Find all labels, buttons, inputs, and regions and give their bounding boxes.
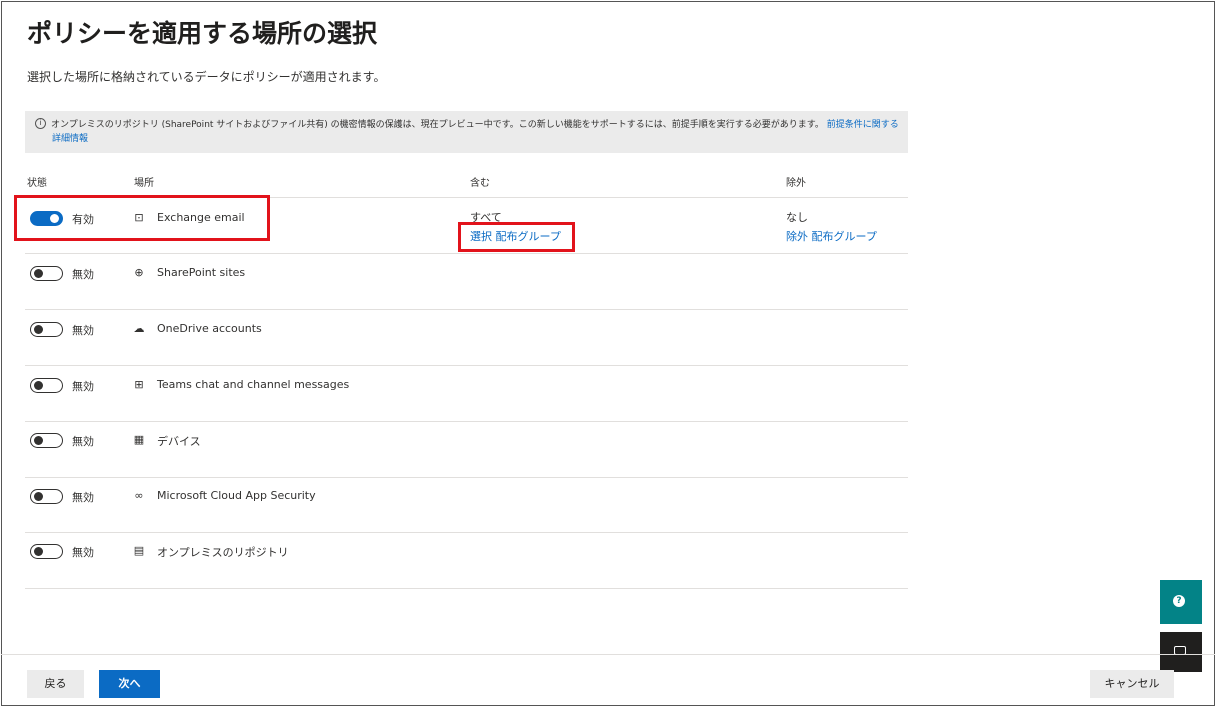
row-divider — [25, 532, 908, 533]
status-onedrive: 無効 — [72, 324, 94, 337]
next-button[interactable]: 次へ — [99, 670, 160, 698]
toggle-knob — [34, 436, 43, 445]
info-text: オンプレミスのリポジトリ (SharePoint サイトおよびファイル共有) の… — [51, 120, 824, 130]
toggle-onedrive[interactable] — [30, 322, 63, 337]
cancel-button[interactable]: キャンセル — [1090, 670, 1174, 698]
toggle-exchange[interactable] — [30, 211, 63, 226]
location-teams: Teams chat and channel messages — [157, 378, 350, 391]
row-divider — [25, 421, 908, 422]
details-link[interactable]: 詳細情報 — [35, 132, 900, 146]
column-header-include: 含む — [470, 178, 490, 189]
toggle-mcas[interactable] — [30, 489, 63, 504]
row-divider — [25, 309, 908, 310]
location-sharepoint: SharePoint sites — [157, 266, 246, 279]
row-divider — [25, 588, 908, 589]
header-divider — [25, 197, 908, 198]
exclude-groups-link[interactable]: 除外 配布グループ — [786, 228, 877, 244]
include-all-text: すべて — [470, 211, 502, 224]
toggle-knob — [34, 547, 43, 556]
toggle-knob — [34, 325, 43, 334]
sharepoint-icon: ⊕ — [134, 266, 144, 279]
toggle-sharepoint[interactable] — [30, 266, 63, 281]
status-sharepoint: 無効 — [72, 268, 94, 281]
status-repository: 無効 — [72, 546, 94, 559]
include-select-groups-link[interactable]: 選択 配布グループ — [470, 228, 561, 244]
location-repository: オンプレミスのリポジトリ — [157, 546, 289, 559]
row-divider — [25, 365, 908, 366]
help-icon: ? — [1173, 595, 1185, 607]
location-devices: デバイス — [157, 435, 201, 448]
row-divider — [25, 477, 908, 478]
mcas-icon: ∞ — [134, 489, 144, 502]
location-mcas: Microsoft Cloud App Security — [157, 489, 316, 502]
teams-icon: ⊞ — [134, 378, 144, 391]
toggle-repository[interactable] — [30, 544, 63, 559]
column-header-exclude: 除外 — [786, 178, 806, 189]
status-mcas: 無効 — [72, 491, 94, 504]
back-button[interactable]: 戻る — [27, 670, 84, 698]
toggle-knob — [34, 492, 43, 501]
status-devices: 無効 — [72, 435, 94, 448]
repository-icon: ▤ — [133, 544, 145, 557]
toggle-knob — [50, 214, 59, 223]
preview-info-bar: i オンプレミスのリポジトリ (SharePoint サイトおよびファイル共有) … — [25, 111, 908, 153]
status-exchange: 有効 — [72, 213, 94, 226]
toggle-devices[interactable] — [30, 433, 63, 448]
page-subtitle: 選択した場所に格納されているデータにポリシーが適用されます。 — [27, 70, 386, 84]
footer-divider — [1, 654, 1215, 655]
feedback-button[interactable] — [1160, 632, 1202, 672]
onedrive-icon: ☁ — [133, 322, 145, 335]
help-button[interactable]: ? — [1160, 580, 1202, 624]
toggle-knob — [34, 269, 43, 278]
location-exchange: Exchange email — [157, 211, 245, 224]
exchange-icon: ⊡ — [134, 211, 144, 224]
prerequisites-link[interactable]: 前提条件に関する — [827, 120, 899, 130]
location-onedrive: OneDrive accounts — [157, 322, 262, 335]
toggle-teams[interactable] — [30, 378, 63, 393]
column-header-location: 場所 — [134, 178, 154, 189]
row-divider — [25, 253, 908, 254]
page-title: ポリシーを適用する場所の選択 — [27, 19, 378, 48]
column-header-status: 状態 — [27, 178, 47, 189]
exclude-none-text: なし — [786, 211, 808, 224]
info-icon: i — [35, 118, 46, 129]
windows-icon: ▦ — [133, 433, 145, 446]
window-frame — [1, 1, 1215, 706]
status-teams: 無効 — [72, 380, 94, 393]
toggle-knob — [34, 381, 43, 390]
